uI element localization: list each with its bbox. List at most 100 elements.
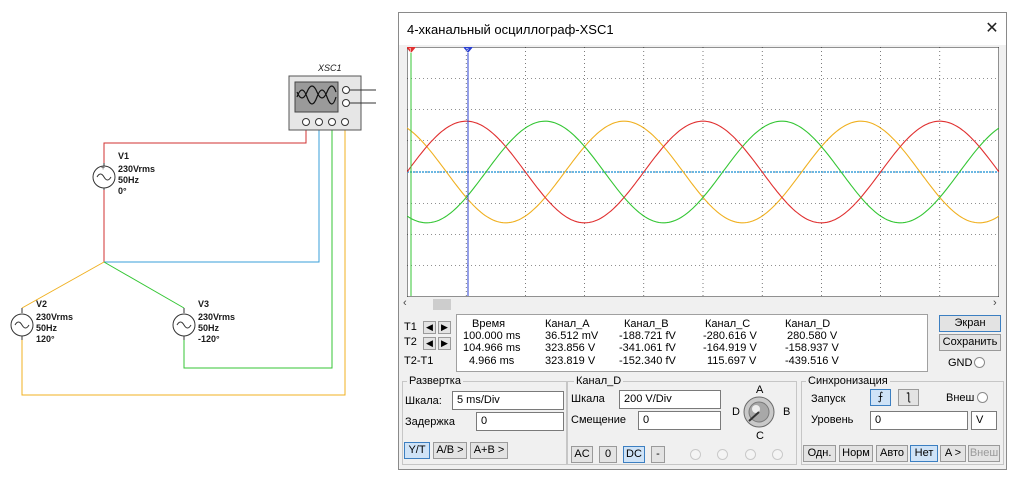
knob-label-c: C (756, 430, 764, 442)
sweep-delay-input[interactable]: 0 (476, 412, 564, 431)
channel-scale-input[interactable]: 200 V/Div (619, 390, 721, 409)
t2-row-label: T2 (404, 336, 417, 348)
trigger-label: Запуск (811, 393, 846, 405)
sweep-scale-input[interactable]: 5 ms/Div (452, 391, 564, 410)
channel-selector-knob[interactable] (742, 395, 776, 429)
close-button[interactable]: ✕ (982, 19, 1002, 39)
v1-voltage: 230Vrms (118, 164, 156, 174)
channel-radio-1[interactable] (690, 449, 701, 460)
wire-channel-b (104, 130, 320, 263)
mode-single-button[interactable]: Одн. (803, 445, 836, 462)
channel-offset-label: Смещение (571, 414, 627, 426)
arrow-right-icon: ▶ (441, 338, 448, 348)
horizontal-scrollbar[interactable]: ‹ › (399, 297, 1006, 312)
t1-right-button[interactable]: ▶ (438, 321, 451, 334)
cell-delta-a: 323.819 V (545, 355, 596, 367)
channel-radio-3[interactable] (745, 449, 756, 460)
scroll-thumb[interactable] (433, 299, 451, 310)
a-plus-b-mode-button[interactable]: A+B > (470, 442, 508, 459)
mode-a-source-button[interactable]: A > (940, 445, 966, 462)
v2-frequency: 50Hz (36, 323, 58, 333)
readings-table: Время Канал_A Канал_B Канал_C Канал_D 10… (456, 314, 928, 372)
cell-t1-time: 100.000 ms (463, 330, 521, 342)
cell-t2-time: 104.966 ms (463, 342, 521, 354)
cell-delta-d: -439.516 V (785, 355, 839, 367)
v2-name: V2 (36, 299, 48, 309)
channel-radio-2[interactable] (717, 449, 728, 460)
header-channel-c: Канал_C (705, 318, 751, 330)
wire-neutral-v3 (103, 261, 185, 309)
v2-phase: 120° (36, 334, 55, 344)
sync-title: Синхронизация (806, 375, 890, 387)
save-button[interactable]: Сохранить (939, 334, 1001, 351)
header-channel-b: Канал_B (624, 318, 669, 330)
ext-trigger-radio[interactable] (977, 392, 988, 403)
svg-text:+: + (101, 165, 105, 172)
mode-none-button[interactable]: Нет (910, 445, 938, 462)
oscilloscope-window: 4-хканальный осциллограф-XSC1 ✕ 1 2 ‹ › … (398, 12, 1007, 470)
sweep-delay-label: Задержка (405, 416, 455, 428)
ac-source-v3[interactable] (172, 313, 196, 337)
cell-t2-a: 323.856 V (545, 342, 596, 354)
mode-auto-button[interactable]: Авто (876, 445, 908, 462)
sweep-title: Развертка (407, 375, 463, 387)
channel-scale-label: Шкала (571, 393, 605, 405)
t1-left-button[interactable]: ◀ (423, 321, 436, 334)
cell-t2-d: -158.937 V (785, 342, 839, 354)
scroll-left-icon[interactable]: ‹ (403, 297, 407, 309)
cell-delta-time: 4.966 ms (469, 355, 515, 367)
rising-edge-icon: ⨍ (877, 391, 884, 403)
scope-label: XSC1 (318, 63, 342, 73)
knob-label-b: B (783, 406, 791, 418)
v2-voltage: 230Vrms (36, 312, 74, 322)
mode-external-button[interactable]: Внеш (968, 445, 1000, 462)
v1-phase: 0° (118, 186, 127, 196)
coupling-zero-button[interactable]: 0 (599, 446, 617, 463)
arrow-right-icon: ▶ (441, 322, 448, 332)
arrow-left-icon: ◀ (426, 338, 433, 348)
v3-frequency: 50Hz (198, 323, 220, 333)
v3-voltage: 230Vrms (198, 312, 236, 322)
gnd-radio[interactable] (974, 357, 985, 368)
coupling-minus-button[interactable]: - (651, 446, 665, 463)
trigger-rising-button[interactable]: ⨍ (870, 389, 891, 406)
channel-offset-input[interactable]: 0 (638, 411, 721, 430)
wire-channel-a (103, 130, 307, 163)
scroll-right-icon[interactable]: › (993, 297, 997, 309)
circuit-schematic: + (10, 75, 376, 396)
level-input[interactable]: 0 (870, 411, 968, 430)
title-bar: 4-хканальный осциллограф-XSC1 ✕ (399, 13, 1006, 45)
v3-phase: -120° (198, 334, 220, 344)
yt-mode-button[interactable]: Y/T (404, 442, 430, 459)
cell-delta-c: 115.697 V (707, 355, 757, 367)
t2-right-button[interactable]: ▶ (438, 337, 451, 350)
t1-row-label: T1 (404, 321, 417, 333)
level-label: Уровень (811, 414, 854, 426)
channel-radio-4[interactable] (772, 449, 783, 460)
cell-t1-c: -280.616 V (703, 330, 757, 342)
mode-normal-button[interactable]: Норм (839, 445, 873, 462)
coupling-ac-button[interactable]: AC (571, 446, 593, 463)
v1-name: V1 (118, 151, 130, 161)
ac-source-v2[interactable] (10, 313, 34, 337)
oscilloscope-symbol[interactable] (288, 75, 376, 131)
wire-neutral-v2 (21, 261, 105, 309)
gnd-label: GND (948, 357, 973, 369)
knob-label-d: D (732, 406, 740, 418)
ext-trigger-label: Внеш (946, 392, 975, 404)
ab-mode-button[interactable]: A/B > (433, 442, 467, 459)
trigger-falling-button[interactable]: ƪ (898, 389, 919, 406)
oscilloscope-screen: 1 2 (407, 47, 999, 297)
cell-delta-b: -152.340 fV (619, 355, 676, 367)
cell-t2-c: -164.919 V (703, 342, 757, 354)
sweep-scale-label: Шкала: (405, 395, 442, 407)
ac-source-v1[interactable]: + (92, 165, 116, 189)
screen-button[interactable]: Экран (939, 315, 1001, 332)
coupling-dc-button[interactable]: DC (623, 446, 645, 463)
cell-t1-d: 280.580 V (787, 330, 838, 342)
cell-t1-b: -188.721 fV (619, 330, 676, 342)
t2-left-button[interactable]: ◀ (423, 337, 436, 350)
header-time: Время (472, 318, 506, 330)
cell-t1-a: 36.512 mV (545, 330, 599, 342)
level-unit-input[interactable]: V (971, 411, 997, 430)
